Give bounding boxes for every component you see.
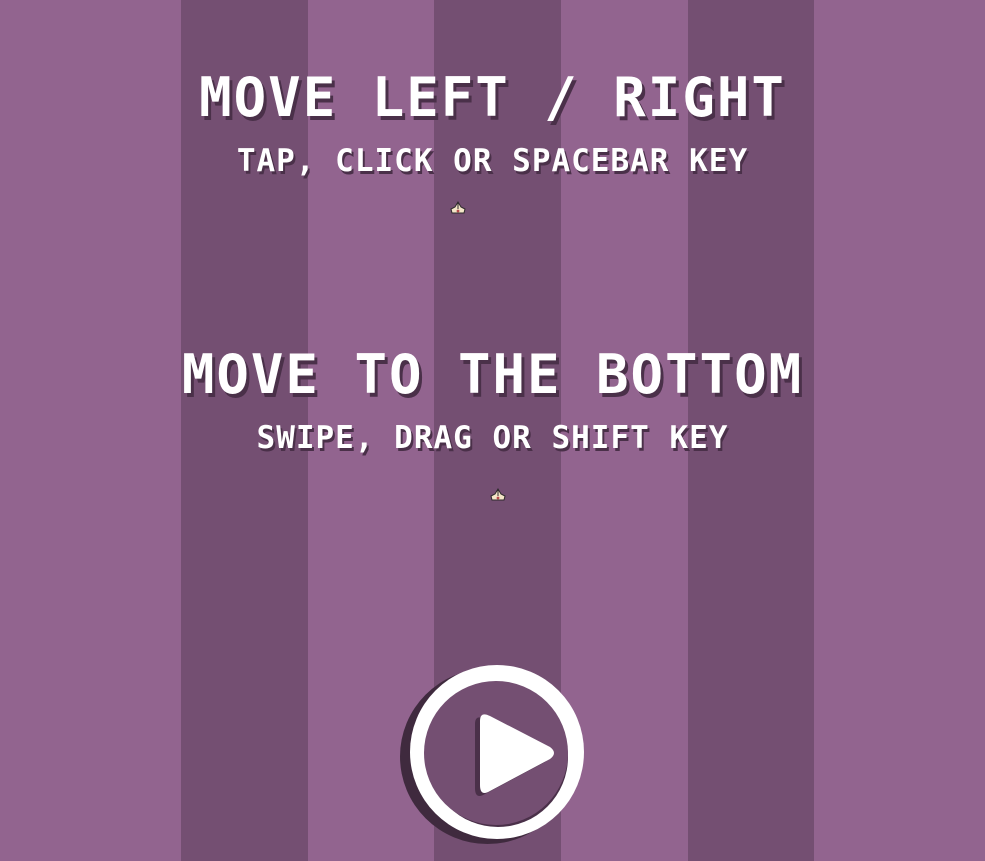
play-icon[interactable] [470,709,560,799]
instruction-title-horizontal: Move Left / Right [199,66,786,129]
play-button[interactable] [400,663,590,848]
instruction-subtitle-horizontal: Tap, Click or Spacebar key [236,143,749,179]
instruction-subtitle-vertical: Swipe, Drag or Shift key [256,420,729,456]
play-button-ring[interactable] [410,665,584,839]
hand-pointer-icon [450,201,466,214]
hand-pointer-icon [490,488,506,501]
instruction-title-vertical: Move to the Bottom [181,343,804,406]
